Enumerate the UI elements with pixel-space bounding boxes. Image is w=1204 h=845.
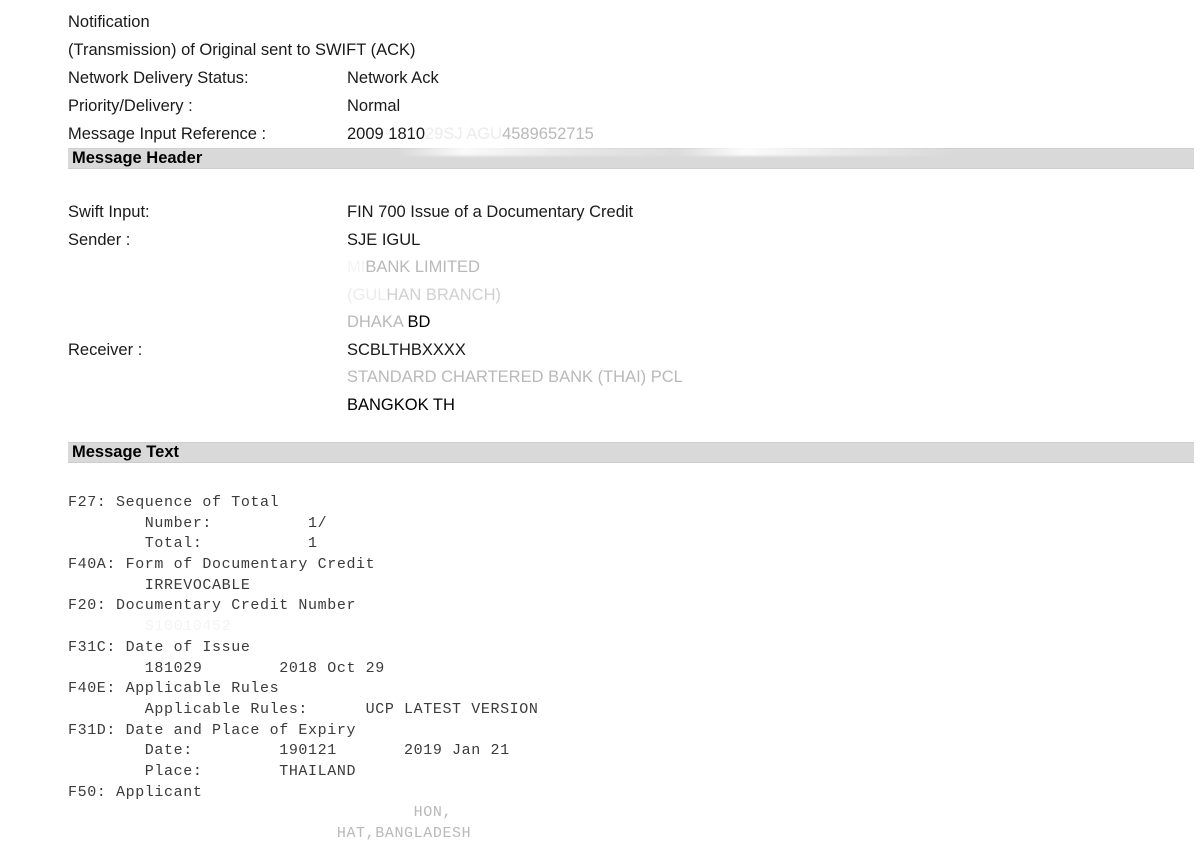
sender-branch-redacted: (GUL [347, 285, 387, 304]
message-text-line: F31D: Date and Place of Expiry [68, 721, 357, 739]
message-text-line: Total: 1 [68, 535, 318, 553]
message-text-banner: Message Text [68, 442, 1194, 463]
message-text-line: IRREVOCABLE [68, 576, 251, 594]
sender-city: DHAKA [347, 313, 403, 331]
sender-name-value: MIBANK LIMITED [347, 254, 480, 282]
message-header-block: Swift Input: FIN 700 Issue of a Document… [0, 169, 1204, 419]
message-text-body: F27: Sequence of Total Number: 1/ Total:… [0, 463, 1204, 845]
receiver-city-indent [68, 392, 347, 420]
notification-block: Notification (Transmission) of Original … [0, 8, 1204, 148]
notification-title: Notification [68, 13, 150, 31]
message-text-line: HON, [68, 803, 1204, 824]
network-delivery-status-label: Network Delivery Status: [68, 69, 249, 87]
sender-branch-row: (GULHAN BRANCH) [68, 282, 1204, 310]
mir-visible-prefix: 2009 1810 [347, 125, 425, 143]
sender-label: Sender : [68, 230, 131, 249]
message-text-line: F40A: Form of Documentary Credit [68, 556, 376, 574]
network-delivery-status-value: Network Ack [347, 69, 439, 87]
sender-branch-visible: HAN BRANCH) [386, 285, 502, 304]
sender-city-country: DHAKA BD [347, 309, 430, 337]
swift-input-row: Swift Input: FIN 700 Issue of a Document… [68, 199, 1204, 227]
message-header-banner-label: Message Header [72, 149, 203, 167]
receiver-name-indent [68, 364, 347, 392]
receiver-city-row: BANGKOK TH [68, 392, 1204, 420]
mir-redacted-tail: AGU [466, 125, 503, 143]
priority-delivery-value: Normal [347, 97, 401, 115]
message-text-line: Date: 190121 2019 Jan 21 [68, 742, 510, 760]
receiver-name-value: STANDARD CHARTERED BANK (THAI) PCL [347, 368, 683, 386]
applicant-visible-fragment: HON, [413, 804, 453, 822]
sender-row: Sender : SJE IGUL [68, 227, 1204, 255]
mir-redacted-mid: 29SJ [425, 125, 463, 143]
swift-input-label: Swift Input: [68, 203, 150, 221]
network-delivery-status-row: Network Delivery Status: Network Ack [68, 64, 1194, 92]
message-text-line: Number: 1/ [68, 514, 328, 532]
sender-bic-value: SJE IGUL [347, 230, 421, 249]
mir-visible-suffix: 4589652715 [502, 125, 594, 143]
receiver-bic-value: SCBLTHBXXXX [347, 340, 466, 359]
message-text-line: F50: Applicant [68, 783, 203, 801]
message-input-reference-row: Message Input Reference : 2009 181029SJ … [68, 120, 1194, 148]
notification-subtitle: (Transmission) of Original sent to SWIFT… [68, 41, 416, 59]
message-text-line: Place: THAILAND [68, 762, 357, 780]
swift-message-page: Notification (Transmission) of Original … [0, 0, 1204, 842]
sender-city-row: DHAKA BD [68, 309, 1204, 337]
priority-delivery-row: Priority/Delivery : Normal [68, 92, 1194, 120]
priority-delivery-label: Priority/Delivery : [68, 97, 193, 115]
sender-country: BD [407, 313, 431, 331]
sender-city-indent [68, 309, 347, 337]
receiver-name-row: STANDARD CHARTERED BANK (THAI) PCL [68, 364, 1204, 392]
sender-name-visible: BANK LIMITED [365, 258, 480, 276]
message-text-line: F27: Sequence of Total [68, 494, 280, 511]
receiver-label: Receiver : [68, 340, 143, 359]
message-input-reference-value: 2009 181029SJ AGU4589652715 [347, 120, 594, 148]
swift-input-value: FIN 700 Issue of a Documentary Credit [347, 203, 634, 221]
message-text-banner-label: Message Text [72, 443, 179, 461]
message-text-line: F40E: Applicable Rules [68, 680, 280, 698]
receiver-row: Receiver : SCBLTHBXXXX [68, 337, 1204, 365]
sender-branch-indent [68, 282, 347, 310]
applicant-visible-fragment: HAT,BANGLADESH [336, 825, 472, 842]
message-text-line: F20: Documentary Credit Number [68, 597, 357, 615]
message-text-line: F31C: Date of Issue [68, 638, 251, 656]
sender-branch-value: (GULHAN BRANCH) [347, 282, 501, 310]
message-text-line: HAT,BANGLADESH [68, 824, 1204, 845]
message-input-reference-label: Message Input Reference : [68, 125, 267, 143]
sender-name-indent [68, 254, 347, 282]
redacted-credit-number: S10010452 [68, 618, 232, 636]
receiver-city-country-value: BANGKOK TH [347, 395, 455, 414]
message-text-line: 181029 2018 Oct 29 [68, 659, 385, 677]
message-text-line: Applicable Rules: UCP LATEST VERSION [68, 700, 539, 718]
message-text-line: S10010452 [68, 617, 1204, 638]
sender-name-row: MIBANK LIMITED [68, 254, 1204, 282]
sender-name-redacted: MI [347, 258, 366, 276]
message-header-banner: Message Header [68, 142, 1194, 169]
